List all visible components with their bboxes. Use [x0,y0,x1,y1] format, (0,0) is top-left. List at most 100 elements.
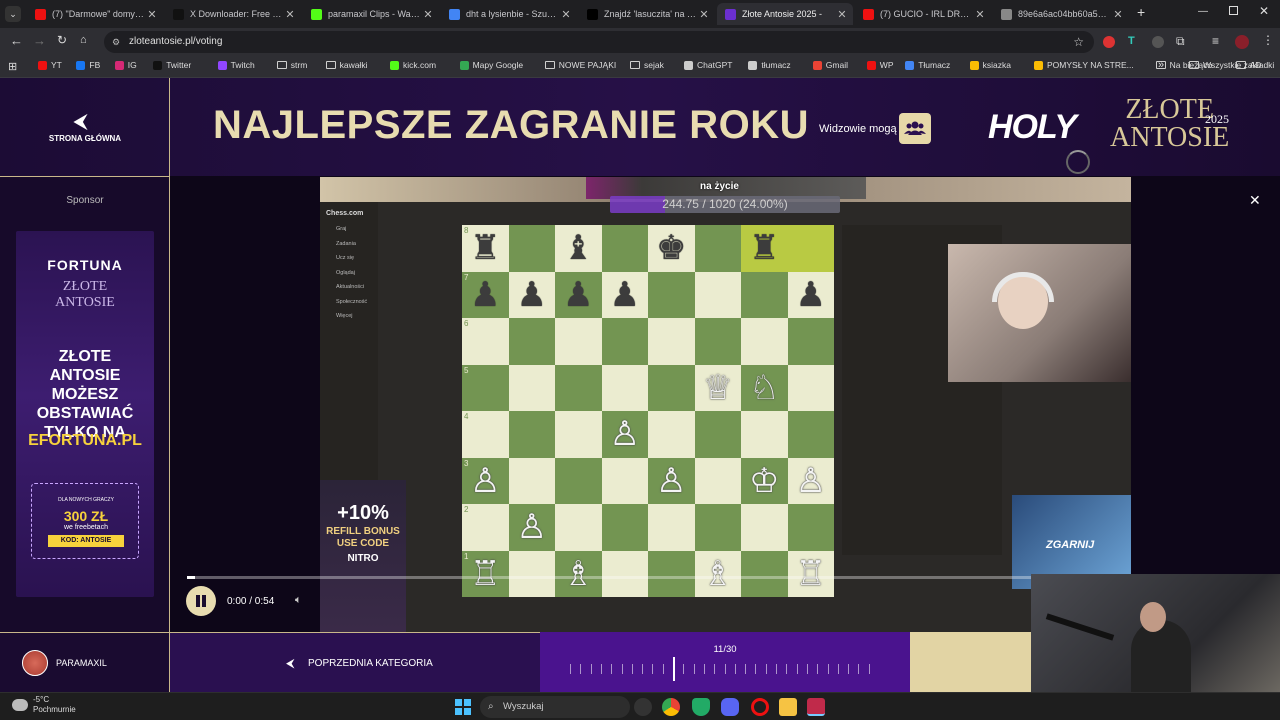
pager-tick[interactable] [714,664,716,674]
pager-tick[interactable] [693,664,695,674]
bookmark-item[interactable]: IG [114,60,137,70]
tab-list-dropdown-icon[interactable]: ⌄ [5,6,21,22]
bookmark-item[interactable]: ksiazka [969,60,1011,70]
bookmark-item[interactable]: YT [38,60,62,70]
bookmark-item[interactable]: Gmail [812,60,848,70]
shield-icon[interactable] [692,698,710,716]
pager-tick[interactable] [776,664,777,674]
minimize-icon[interactable]: — [1198,6,1208,17]
record-extension-icon[interactable] [1103,36,1115,48]
url-input[interactable]: ⚙ zloteantosie.pl/voting ☆ [104,31,1094,53]
pager-tick[interactable] [827,664,829,674]
discord-icon[interactable] [721,698,739,716]
pager-tick[interactable] [662,664,664,674]
user-area[interactable]: PARAMAXIL [0,632,170,692]
pager-tick[interactable] [796,664,798,674]
pager-tick[interactable] [765,664,767,674]
pager-tick[interactable] [683,664,685,674]
pager-tick[interactable] [755,664,757,674]
new-tab-button[interactable]: + [1137,4,1145,20]
bookmark-item[interactable]: Twitter [153,60,191,70]
pause-button[interactable] [186,586,216,616]
browser-tab[interactable]: dht a lysienbie - Szukaj w ✕ [441,3,577,25]
bookmark-item[interactable]: WP [866,60,894,70]
extension-icon[interactable]: T [1128,35,1135,47]
start-windows-icon[interactable] [455,699,471,715]
app-active-icon[interactable] [807,698,825,716]
reload-icon[interactable]: ↻ [57,33,67,47]
tab-close-icon[interactable]: ✕ [283,8,297,21]
browser-tab[interactable]: Znajdź 'lasuczita' na TikTo✕ [579,3,715,25]
pager-tick[interactable] [600,664,602,674]
extensions-puzzle-icon[interactable]: ⧉ [1176,34,1185,49]
browser-menu-icon[interactable]: ⋮ [1262,33,1274,47]
pager-tick[interactable] [590,664,592,674]
taskbar-search[interactable]: ⌕ Wyszukaj [480,696,630,718]
all-bookmarks-folder[interactable]: Wszystkie zakładki [1189,60,1274,70]
close-window-icon[interactable]: ✕ [1259,4,1269,18]
pager-tick[interactable] [848,664,850,674]
browser-tab[interactable]: X Downloader: Free Twitt ✕ [165,3,301,25]
browser-tab[interactable]: paramaxil Clips - Watch L ✕ [303,3,439,25]
pager-tick[interactable] [652,664,654,674]
pager-tick[interactable] [631,664,633,674]
forward-icon[interactable]: → [33,33,46,48]
bookmark-item[interactable]: kawałki [325,60,367,70]
browser-tab[interactable]: 89e6a6ac04bb60a51f06b ✕ [993,3,1129,25]
pager-tick[interactable] [734,664,736,674]
viewers-vote-button[interactable] [899,113,931,144]
close-video-button[interactable]: ✕ [1249,192,1261,209]
maximize-icon[interactable] [1229,6,1238,15]
widgets-icon[interactable] [634,698,652,716]
extension-circle-icon[interactable] [1152,36,1164,48]
bookmarks-overflow-icon[interactable]: » [1158,59,1164,71]
tab-close-icon[interactable]: ✕ [697,8,711,21]
pager-tick[interactable] [724,664,726,674]
home-icon[interactable]: ⌂ [80,34,87,46]
chrome-icon[interactable] [662,698,680,716]
bookmark-item[interactable]: FB [76,60,100,70]
bookmark-item[interactable]: ChatGPT [684,60,732,70]
pager-tick[interactable] [745,664,747,674]
file-explorer-icon[interactable] [779,698,797,716]
tab-close-icon[interactable]: ✕ [835,8,849,21]
apps-grid-icon[interactable]: ⊞ [8,60,17,73]
tab-close-icon[interactable]: ✕ [973,8,987,21]
pager-tick[interactable] [837,664,839,674]
bookmark-star-icon[interactable]: ☆ [1073,31,1084,53]
fortuna-ad-banner[interactable]: FORTUNA ZŁOTE ANTOSIE ZŁOTE ANTOSIE MOŻE… [16,231,154,597]
back-icon[interactable]: ← [10,33,23,48]
tab-close-icon[interactable]: ✕ [559,8,573,21]
tab-close-icon[interactable]: ✕ [1111,8,1125,21]
opera-icon[interactable] [751,698,769,716]
volume-icon[interactable]: 🔈︎ [295,594,302,607]
bookmark-item[interactable]: sejak [630,60,664,70]
pager-tick[interactable] [806,664,808,674]
pager-tick[interactable] [868,664,870,674]
next-category-area[interactable] [910,632,1031,692]
site-info-icon[interactable]: ⚙ [112,31,120,53]
bookmark-item[interactable]: Tłumacz [905,60,950,70]
bookmark-item[interactable]: POMYSŁY NA STRE... [1034,60,1134,70]
tab-close-icon[interactable]: ✕ [145,8,159,21]
video-progress-bar[interactable] [187,576,1032,579]
pager-tick[interactable] [621,664,623,674]
pager-tick[interactable] [858,664,860,674]
tab-close-icon[interactable]: ✕ [421,8,435,21]
pager-tick[interactable] [570,664,571,674]
previous-category-button[interactable]: ⮜ POPRZEDNIA KATEGORIA [170,632,540,692]
browser-tab[interactable]: (7) "Darmowe" domy w Ja✕ [27,3,163,25]
browser-tab[interactable]: Złote Antosie 2025 - ✕ [717,3,853,25]
media-control-icon[interactable]: ≡ [1212,34,1219,48]
bookmark-item[interactable]: kick.com [390,60,436,70]
browser-tab[interactable]: (7) GUCIO - IRL DRUNK S✕ [855,3,991,25]
pager-tick[interactable] [611,664,613,674]
pager-tick[interactable] [580,664,582,674]
profile-avatar-icon[interactable] [1235,35,1249,49]
weather-icon[interactable] [12,699,28,711]
bookmark-item[interactable]: strm [276,60,307,70]
pager-tick[interactable] [703,664,705,674]
home-link[interactable]: ⮜ STRONA GŁÓWNA [0,78,170,176]
bookmark-item[interactable]: Mapy Google [459,60,523,70]
bookmark-item[interactable]: Twitch [217,60,255,70]
